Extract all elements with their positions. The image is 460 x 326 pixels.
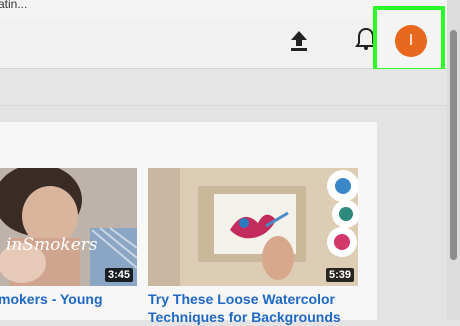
video-title-2-line2: Techniques for Backgrounds <box>148 309 341 325</box>
video-duration-1: 3:45 <box>104 268 133 282</box>
video-duration-2: 5:39 <box>325 268 354 282</box>
video-title-1[interactable]: mokers - Young <box>0 290 103 308</box>
partial-url-text: atin... <box>0 0 28 11</box>
video-title-2-line1: Try These Loose Watercolor <box>148 291 335 307</box>
video-thumbnail-2[interactable]: 5:39 <box>148 168 358 286</box>
video-title-2[interactable]: Try These Loose Watercolor Techniques fo… <box>148 290 341 326</box>
account-avatar-button[interactable]: I <box>395 25 427 57</box>
scrollbar-thumb[interactable] <box>450 30 457 260</box>
video-thumbnail-1[interactable]: inSmokers 3:45 <box>0 168 137 286</box>
thumbnail-overlay-text: inSmokers <box>6 235 98 255</box>
subheader-bar <box>0 69 447 106</box>
upload-icon[interactable] <box>288 28 310 52</box>
